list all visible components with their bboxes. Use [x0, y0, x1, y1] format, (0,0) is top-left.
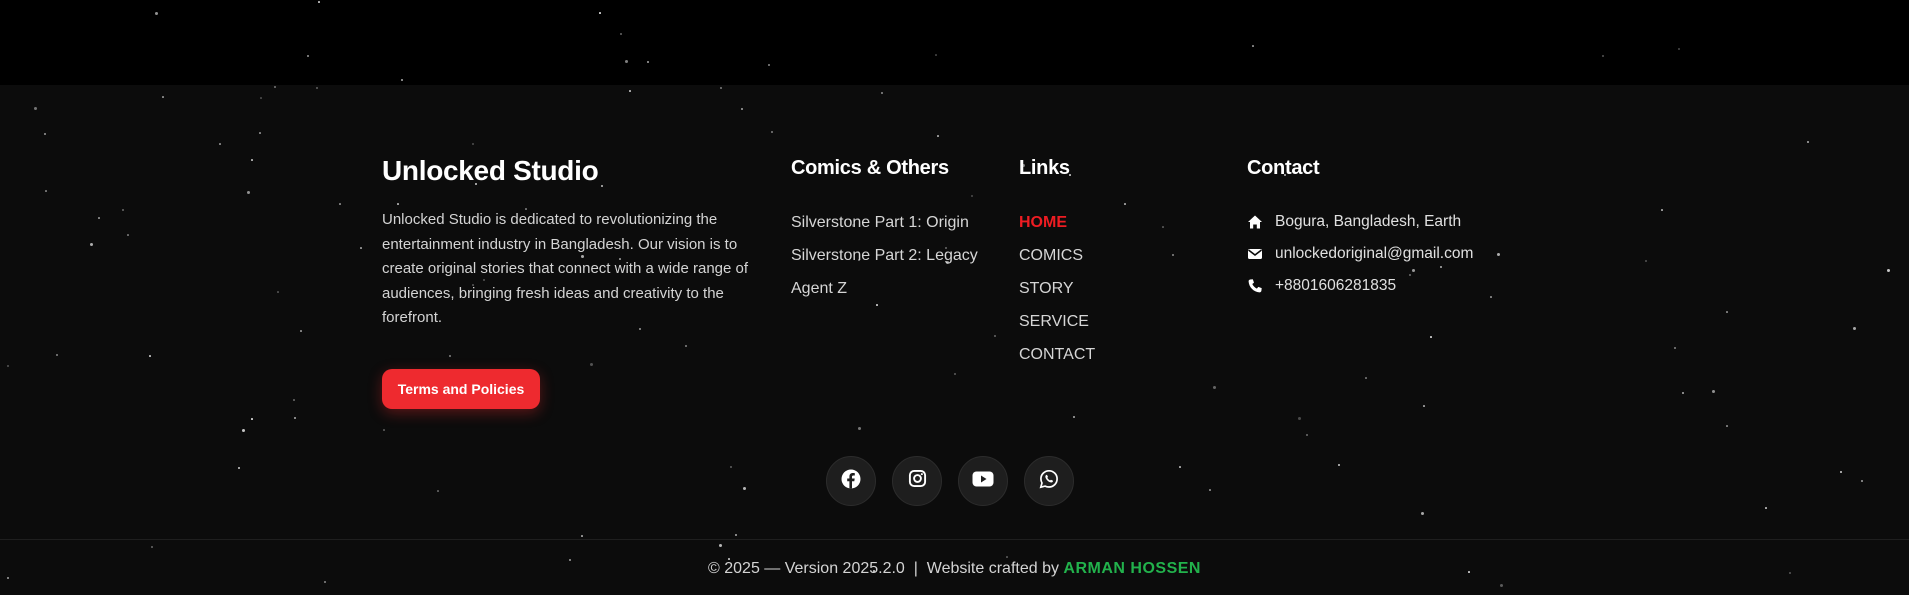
footer-brand-description: Unlocked Studio is dedicated to revoluti… [382, 211, 749, 326]
facebook-icon [841, 469, 861, 494]
phone-icon [1247, 278, 1263, 294]
contact-section-title: Contact [1247, 157, 1320, 179]
whatsapp-link[interactable] [1024, 456, 1074, 506]
contact-email[interactable]: unlockedoriginal@gmail.com [1275, 245, 1473, 263]
envelope-icon [1247, 246, 1263, 262]
contact-address-row: Bogura, Bangladesh, Earth [1247, 213, 1461, 231]
nav-link-home[interactable]: HOME [1019, 214, 1067, 232]
comics-link-silverstone-1[interactable]: Silverstone Part 1: Origin [791, 214, 969, 232]
nav-link-story[interactable]: STORY [1019, 280, 1074, 298]
nav-link-contact[interactable]: CONTACT [1019, 346, 1095, 364]
contact-phone[interactable]: +8801606281835 [1275, 277, 1396, 295]
youtube-icon [972, 471, 994, 492]
page-top-background [0, 0, 1909, 85]
instagram-icon [908, 469, 927, 493]
comics-section-title: Comics & Others [791, 157, 949, 179]
comics-link-silverstone-2[interactable]: Silverstone Part 2: Legacy [791, 247, 978, 265]
contact-phone-row[interactable]: +8801606281835 [1247, 277, 1396, 295]
youtube-link[interactable] [958, 456, 1008, 506]
contact-email-row[interactable]: unlockedoriginal@gmail.com [1247, 245, 1473, 263]
footer-divider [0, 539, 1909, 540]
footer-brand-title: Unlocked Studio [382, 155, 599, 186]
nav-link-service[interactable]: SERVICE [1019, 313, 1089, 331]
facebook-link[interactable] [826, 456, 876, 506]
instagram-link[interactable] [892, 456, 942, 506]
site-footer [0, 85, 1909, 595]
home-icon [1247, 214, 1263, 230]
author-link[interactable]: ARMAN HOSSEN [1063, 560, 1201, 577]
copyright-line: © 2025 — Version 2025.2.0 | Website craf… [0, 560, 1909, 578]
whatsapp-icon [1039, 469, 1059, 494]
links-section-title: Links [1019, 157, 1070, 179]
contact-address: Bogura, Bangladesh, Earth [1275, 213, 1462, 230]
comics-link-agent-z[interactable]: Agent Z [791, 280, 847, 298]
terms-and-policies-button[interactable]: Terms and Policies [382, 369, 540, 409]
nav-link-comics[interactable]: COMICS [1019, 247, 1083, 265]
copyright-text: © 2025 — Version 2025.2.0 | Website craf… [708, 560, 1064, 577]
